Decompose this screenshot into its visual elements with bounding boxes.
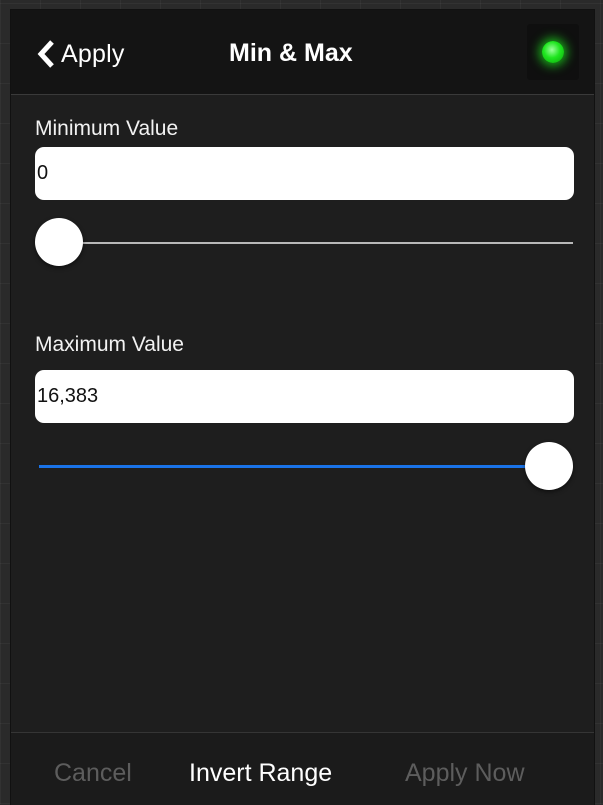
minimum-slider-track xyxy=(39,242,573,244)
minimum-value-label: Minimum Value xyxy=(35,117,179,140)
maximum-value-slider[interactable] xyxy=(35,442,573,492)
page-title: Min & Max xyxy=(229,39,353,67)
back-apply-button[interactable]: Apply xyxy=(37,34,125,74)
min-max-panel: Apply Min & Max Minimum Value Maximum Va… xyxy=(11,10,594,805)
back-button-label: Apply xyxy=(61,39,125,68)
navigation-header: Apply Min & Max xyxy=(11,10,594,95)
apply-now-button[interactable]: Apply Now xyxy=(405,759,525,788)
minimum-slider-thumb[interactable] xyxy=(35,218,83,266)
cancel-button[interactable]: Cancel xyxy=(54,759,132,788)
status-indicator xyxy=(527,24,579,80)
chevron-left-icon xyxy=(37,40,54,68)
maximum-slider-fill xyxy=(39,465,549,468)
maximum-value-field[interactable] xyxy=(35,370,574,423)
invert-range-button[interactable]: Invert Range xyxy=(189,759,332,788)
app-frame: Apply Min & Max Minimum Value Maximum Va… xyxy=(0,0,603,805)
maximum-slider-thumb[interactable] xyxy=(525,442,573,490)
bottom-toolbar: Cancel Invert Range Apply Now xyxy=(11,732,594,805)
maximum-value-label: Maximum Value xyxy=(35,333,184,356)
minimum-value-field[interactable] xyxy=(35,147,574,200)
status-led-icon xyxy=(542,41,564,63)
minimum-value-slider[interactable] xyxy=(35,218,573,268)
